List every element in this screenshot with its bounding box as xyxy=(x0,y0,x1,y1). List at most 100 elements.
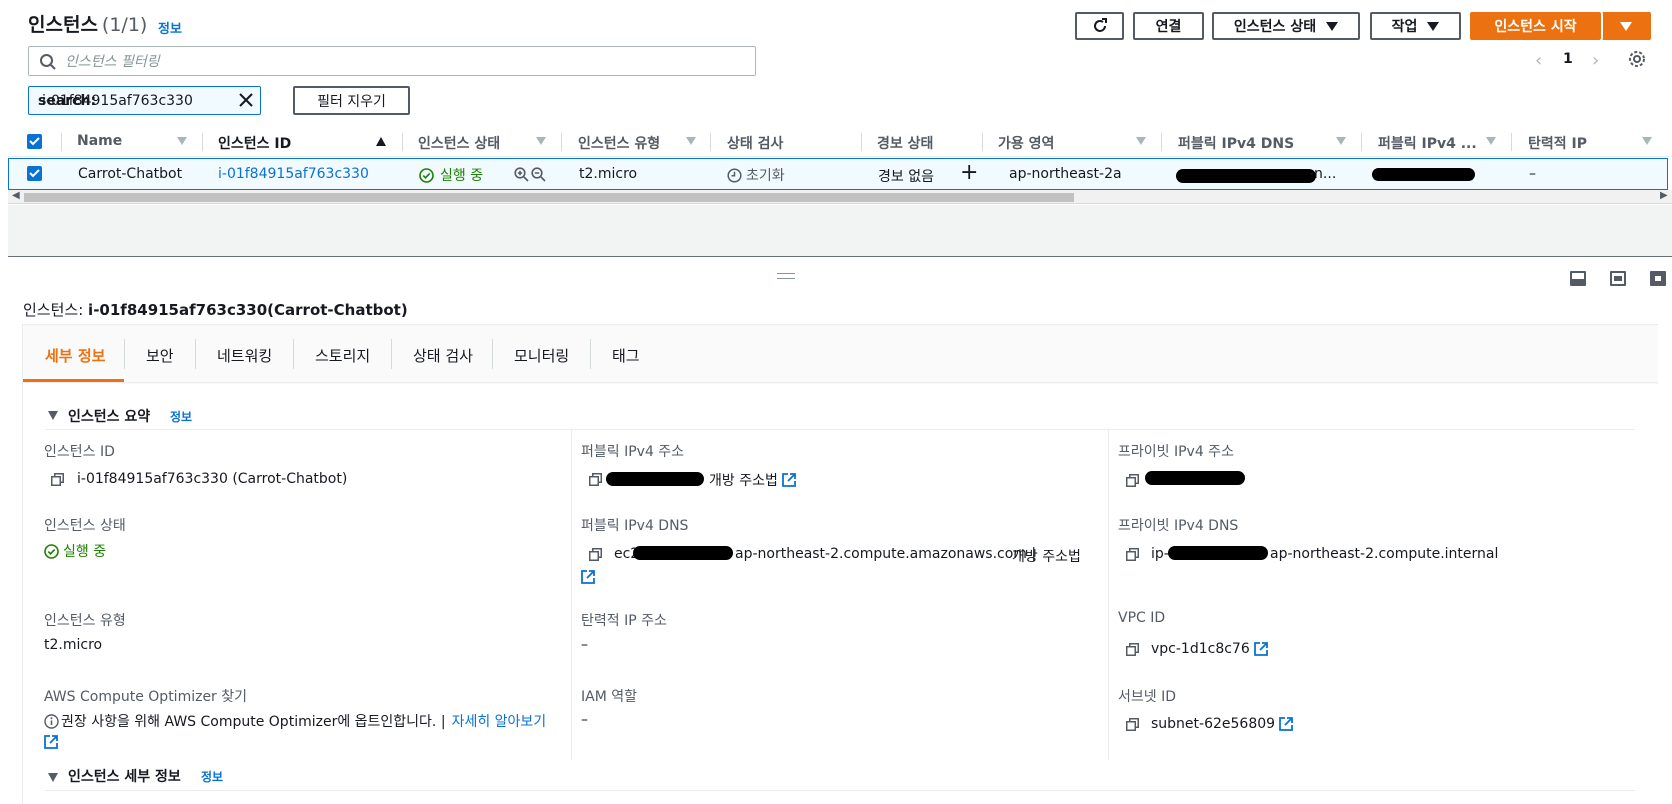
tab-tags[interactable]: 태그 xyxy=(612,345,640,366)
instance-state-label: 인스턴스 상태 xyxy=(1233,19,1317,35)
connect-button[interactable]: 연결 xyxy=(1133,12,1204,40)
vpc-id-link[interactable]: vpc-1d1c8c76 xyxy=(1151,641,1268,657)
layout-full-icon[interactable] xyxy=(1650,271,1666,286)
zoom-out-icon[interactable] xyxy=(531,167,546,182)
copy-icon[interactable] xyxy=(589,548,602,561)
instance-state-button[interactable]: 인스턴스 상태 xyxy=(1212,12,1360,40)
refresh-button[interactable] xyxy=(1075,12,1124,40)
col-alarm-status[interactable]: 경보 상태 xyxy=(877,133,933,153)
row-state: 실행 중 xyxy=(419,165,483,185)
instance-filter-input[interactable]: 인스턴스 필터링 xyxy=(28,46,756,76)
external-link-icon[interactable] xyxy=(581,570,595,584)
copy-icon[interactable] xyxy=(1126,474,1139,487)
actions-button[interactable]: 작업 xyxy=(1370,12,1461,40)
col-instance-id[interactable]: 인스턴스 ID xyxy=(218,133,291,153)
gear-icon[interactable] xyxy=(1628,50,1646,68)
refresh-icon xyxy=(1093,18,1107,32)
subnet-id-link[interactable]: subnet-62e56809 xyxy=(1151,716,1293,732)
select-all-checkbox[interactable] xyxy=(27,134,42,149)
layout-bottom-icon[interactable] xyxy=(1570,271,1586,286)
col-public-ipv4[interactable]: 퍼블릭 IPv4 ... xyxy=(1378,133,1477,153)
col-elastic-ip[interactable]: 탄력적 IP xyxy=(1528,133,1587,153)
launch-instance-button[interactable]: 인스턴스 시작 xyxy=(1470,12,1601,40)
redacted-public-ip xyxy=(1372,168,1475,181)
optimizer-text: 권장 사항을 위해 AWS Compute Optimizer에 옵트인합니다.… xyxy=(44,711,546,731)
column-divider xyxy=(1108,430,1109,760)
learn-more-link[interactable]: 자세히 알아보기 xyxy=(452,711,547,731)
elastic-ip-label: 탄력적 IP 주소 xyxy=(581,613,667,629)
redacted-private-ip xyxy=(1145,471,1245,485)
copy-icon[interactable] xyxy=(1126,643,1139,656)
external-link-icon xyxy=(1279,717,1293,731)
copy-icon[interactable] xyxy=(589,473,602,486)
prev-page-icon[interactable]: ‹ xyxy=(1535,50,1542,71)
tab-networking[interactable]: 네트워킹 xyxy=(217,345,272,366)
collapse-caret-icon[interactable] xyxy=(48,773,58,782)
row-instance-id-link[interactable]: i-01f84915af763c330 xyxy=(218,166,369,182)
public-ip-open-link[interactable]: 개방 주소법 xyxy=(709,470,796,490)
summary-section-title[interactable]: 인스턴스 요약 xyxy=(68,406,150,426)
tab-monitoring[interactable]: 모니터링 xyxy=(514,345,569,366)
public-dns-open-link[interactable]: 개방 주소법 xyxy=(1012,546,1081,566)
clear-filters-button[interactable]: 필터 지우기 xyxy=(293,86,410,115)
col-status-check[interactable]: 상태 검사 xyxy=(727,133,783,153)
iam-role-value: – xyxy=(581,712,588,728)
sort-icon[interactable] xyxy=(686,137,696,145)
details-section-title[interactable]: 인스턴스 세부 정보 xyxy=(68,766,181,786)
tab-divider xyxy=(590,339,591,369)
copy-icon[interactable] xyxy=(1126,548,1139,561)
col-instance-state[interactable]: 인스턴스 상태 xyxy=(418,133,500,153)
copy-icon[interactable] xyxy=(51,473,64,486)
pane-resize-handle[interactable] xyxy=(777,273,795,279)
col-instance-type[interactable]: 인스턴스 유형 xyxy=(578,133,660,153)
tab-details[interactable]: 세부 정보 xyxy=(45,345,105,366)
filter-token: search: i-01f84915af763c330 xyxy=(28,86,261,115)
row-checkbox[interactable] xyxy=(27,166,42,181)
sort-icon[interactable] xyxy=(1486,137,1496,145)
sort-asc-icon[interactable] xyxy=(376,137,386,146)
instance-id-label: 인스턴스 ID xyxy=(44,444,115,460)
horizontal-scrollbar[interactable]: ◀ ▶ xyxy=(8,190,1672,204)
zoom-in-icon[interactable] xyxy=(514,167,529,182)
collapse-caret-icon[interactable] xyxy=(48,411,58,420)
subnet-id-label: 서브넷 ID xyxy=(1118,689,1176,705)
tab-divider xyxy=(195,339,196,369)
close-icon[interactable] xyxy=(238,92,254,108)
info-link[interactable]: 정보 xyxy=(158,18,182,37)
scrollbar-thumb[interactable] xyxy=(24,193,1074,202)
scroll-right-icon[interactable]: ▶ xyxy=(1660,190,1668,201)
redacted-private-dns xyxy=(1168,546,1268,560)
tab-security[interactable]: 보안 xyxy=(146,345,174,366)
layout-side-icon[interactable] xyxy=(1610,271,1626,286)
add-alarm-icon[interactable]: + xyxy=(960,160,978,185)
tab-status-checks[interactable]: 상태 검사 xyxy=(413,345,473,366)
sort-icon[interactable] xyxy=(177,137,187,145)
copy-icon[interactable] xyxy=(1126,718,1139,731)
column-divider xyxy=(402,133,403,151)
next-page-icon[interactable]: › xyxy=(1592,50,1599,71)
tab-storage[interactable]: 스토리지 xyxy=(315,345,370,366)
col-public-dns[interactable]: 퍼블릭 IPv4 DNS xyxy=(1178,133,1294,153)
sort-icon[interactable] xyxy=(536,137,546,145)
sort-icon[interactable] xyxy=(1642,137,1652,145)
redacted-public-dns xyxy=(1176,169,1316,183)
scroll-left-icon[interactable]: ◀ xyxy=(12,190,20,201)
column-divider xyxy=(61,133,62,151)
sort-icon[interactable] xyxy=(1136,137,1146,145)
page-number[interactable]: 1 xyxy=(1563,51,1573,67)
col-name[interactable]: Name xyxy=(77,133,122,149)
details-content: 인스턴스 요약 정보 인스턴스 ID i-01f84915af763c330 (… xyxy=(23,384,1658,804)
details-info-link[interactable]: 정보 xyxy=(201,768,223,785)
sort-icon[interactable] xyxy=(1336,137,1346,145)
external-link-icon[interactable] xyxy=(44,735,58,749)
row-elastic-ip: – xyxy=(1529,166,1536,182)
col-availability-zone[interactable]: 가용 영역 xyxy=(998,133,1054,153)
actions-label: 작업 xyxy=(1391,19,1418,35)
search-icon xyxy=(40,54,56,70)
optimizer-label: AWS Compute Optimizer 찾기 xyxy=(44,689,248,705)
section-divider xyxy=(45,429,1635,430)
summary-info-link[interactable]: 정보 xyxy=(170,408,192,425)
launch-dropdown-button[interactable] xyxy=(1602,12,1651,40)
instance-type-value: t2.micro xyxy=(44,637,103,653)
table-row[interactable]: Carrot-Chatbot i-01f84915af763c330 실행 중 … xyxy=(8,158,1668,190)
